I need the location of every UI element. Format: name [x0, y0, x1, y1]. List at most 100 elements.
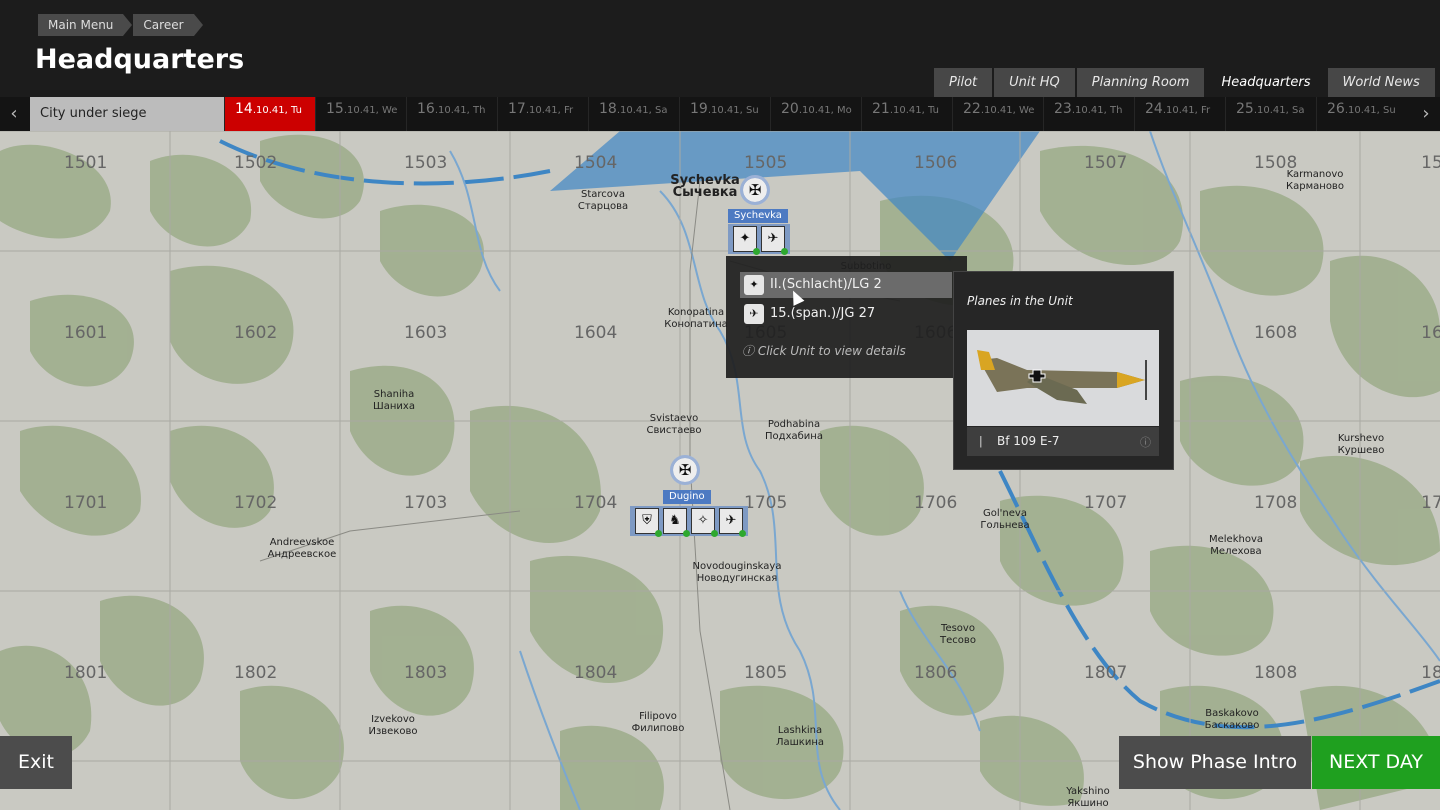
- grid-square-number: 1506: [914, 153, 958, 173]
- show-phase-intro-button[interactable]: Show Phase Intro: [1119, 736, 1311, 789]
- timeline-day-date: .10.41, Sa: [1253, 105, 1305, 116]
- timeline-day-date: .10.41, Fr: [1162, 105, 1211, 116]
- timeline-day-date: .10.41, Su: [1344, 105, 1396, 116]
- base-tag-sychevka[interactable]: Sychevka: [728, 209, 788, 223]
- grid-square-number: 1503: [404, 153, 448, 173]
- town-name-local: Карманово: [1286, 181, 1344, 192]
- chevron-right-icon[interactable]: ›: [1412, 97, 1440, 131]
- town-name-local: Мелехова: [1210, 546, 1262, 557]
- popup-unit-item[interactable]: ✦ II.(Schlacht)/LG 2: [740, 272, 952, 298]
- timeline-day-number: 18: [599, 101, 617, 117]
- timeline-day-number: 22: [963, 101, 981, 117]
- timeline-day-number: 20: [781, 101, 799, 117]
- timeline-day-number: 26: [1327, 101, 1345, 117]
- tab-unit-hq[interactable]: Unit HQ: [994, 68, 1075, 97]
- timeline-day-number: 14: [235, 101, 253, 117]
- grid-square-number: 1505: [744, 153, 788, 173]
- grid-square-number: 1801: [64, 663, 108, 683]
- timeline-day-number: 23: [1054, 101, 1072, 117]
- fighter-emblem-icon: ✈: [744, 304, 764, 324]
- grid-square-number: 1703: [404, 493, 448, 513]
- knight-emblem-icon[interactable]: ♞: [663, 508, 690, 537]
- breadcrumb-career[interactable]: Career: [133, 14, 203, 36]
- town-name-local: Андреевское: [267, 549, 337, 560]
- timeline-day[interactable]: 25.10.41, Sa: [1225, 97, 1316, 131]
- tab-pilot[interactable]: Pilot: [934, 68, 993, 97]
- grid-square-number: 1804: [574, 663, 618, 683]
- timeline-day-date: .10.41, Th: [434, 105, 486, 116]
- timeline-day-date: .10.41, Mo: [798, 105, 852, 116]
- town-label: Kurshevo Куршево: [1301, 433, 1421, 457]
- bird-emblem-icon[interactable]: ✧: [691, 508, 718, 537]
- town-name-local: Шаниха: [373, 401, 415, 412]
- breadcrumb: Main Menu Career: [38, 14, 204, 36]
- town-name: Gol'neva: [983, 508, 1027, 519]
- timeline-day[interactable]: 26.10.41, Su: [1316, 97, 1407, 131]
- timeline: ‹ City under siege 14.10.41, Tu 15.10.41,…: [0, 97, 1440, 131]
- timeline-day[interactable]: 22.10.41, We: [952, 97, 1043, 131]
- town-name: Baskakovo: [1205, 708, 1259, 719]
- grid-square-number: 1608: [1254, 323, 1298, 343]
- town-name-local: Свистаево: [646, 425, 702, 436]
- airfield-marker-dugino[interactable]: [670, 455, 700, 485]
- plane-image: [967, 330, 1159, 426]
- base-tag-dugino[interactable]: Dugino: [663, 490, 711, 504]
- chevron-left-icon[interactable]: ‹: [0, 97, 28, 131]
- campaign-map[interactable]: 1501 1502 1503 1504 1505 1506 1507 1508 15 1601 16…: [0, 131, 1440, 810]
- timeline-day[interactable]: 20.10.41, Mo: [770, 97, 861, 131]
- town-name-local: Куршево: [1337, 445, 1385, 456]
- grid-square-number: 1502: [234, 153, 278, 173]
- town-label: Filipovo Филипово: [598, 711, 718, 735]
- airfield-marker-sychevka[interactable]: [740, 175, 770, 205]
- grid-square-number: 1501: [64, 153, 108, 173]
- timeline-day[interactable]: 21.10.41, Tu: [861, 97, 952, 131]
- town-name: Lashkina: [777, 725, 823, 736]
- town-name-local: Тесово: [940, 635, 976, 646]
- hawk-emblem-icon: ✦: [744, 275, 764, 295]
- timeline-day[interactable]: 18.10.41, Sa: [588, 97, 679, 131]
- town-label: Svistaevo Свистаево: [614, 413, 734, 437]
- unit-strip-dugino[interactable]: ⛨ ♞ ✧ ✈: [630, 506, 748, 537]
- timeline-day-date: .10.41, Sa: [616, 105, 668, 116]
- popup-unit-label: 15.(span.)/JG 27: [770, 306, 876, 321]
- town-name: Kurshevo: [1337, 433, 1385, 444]
- plane-card[interactable]: ǀ Bf 109 E-7 ⓘ: [967, 330, 1159, 456]
- grid-square-number: 1701: [64, 493, 108, 513]
- town-name: Novodouginskaya: [692, 561, 782, 572]
- town-label: Lashkina Лашкина: [740, 725, 860, 749]
- tab-world-news[interactable]: World News: [1327, 68, 1435, 97]
- town-name-local: Лашкина: [775, 737, 824, 748]
- town-name: Melekhova: [1208, 534, 1263, 545]
- timeline-day-date: .10.41, Tu: [889, 105, 939, 116]
- grid-square-number: 1803: [404, 663, 448, 683]
- timeline-day[interactable]: 15.10.41, We: [315, 97, 406, 131]
- town-label: Podhabina Подхабина: [734, 419, 854, 443]
- tab-planning-room[interactable]: Planning Room: [1076, 68, 1205, 97]
- grid-square-number: 1805: [744, 663, 788, 683]
- next-day-button[interactable]: NEXT DAY: [1312, 736, 1440, 789]
- timeline-day-date: .10.41, Th: [1071, 105, 1123, 116]
- timeline-day-date: .10.41, Tu: [252, 105, 302, 116]
- shield-emblem-icon[interactable]: ⛨: [635, 508, 662, 537]
- timeline-day[interactable]: 17.10.41, Fr: [497, 97, 588, 131]
- timeline-day[interactable]: 16.10.41, Th: [406, 97, 497, 131]
- tab-headquarters[interactable]: Headquarters: [1206, 68, 1326, 97]
- tab-bar: Pilot Unit HQ Planning Room Headquarters…: [934, 68, 1437, 97]
- question-icon[interactable]: ⓘ: [1140, 434, 1151, 450]
- timeline-day[interactable]: 23.10.41, Th: [1043, 97, 1134, 131]
- exit-button[interactable]: Exit: [0, 736, 72, 789]
- timeline-day[interactable]: 19.10.41, Su: [679, 97, 770, 131]
- unit-strip-sychevka[interactable]: ✦ ✈: [728, 224, 790, 255]
- breadcrumb-main-menu[interactable]: Main Menu: [38, 14, 133, 36]
- fighter-emblem-icon[interactable]: ✈: [761, 226, 788, 255]
- hawk-emblem-icon[interactable]: ✦: [733, 226, 760, 255]
- timeline-day[interactable]: 24.10.41, Fr: [1134, 97, 1225, 131]
- phase-label: City under siege: [30, 97, 224, 131]
- grid-square-number: 17: [1421, 493, 1440, 513]
- grid-square-number: 1504: [574, 153, 618, 173]
- town-name-local: Якшино: [1067, 798, 1109, 809]
- popup-unit-item[interactable]: ✈ 15.(span.)/JG 27: [740, 301, 952, 327]
- wings-emblem-icon[interactable]: ✈: [719, 508, 746, 537]
- timeline-day[interactable]: 14.10.41, Tu: [224, 97, 315, 131]
- town-name-local: Гольнева: [980, 520, 1030, 531]
